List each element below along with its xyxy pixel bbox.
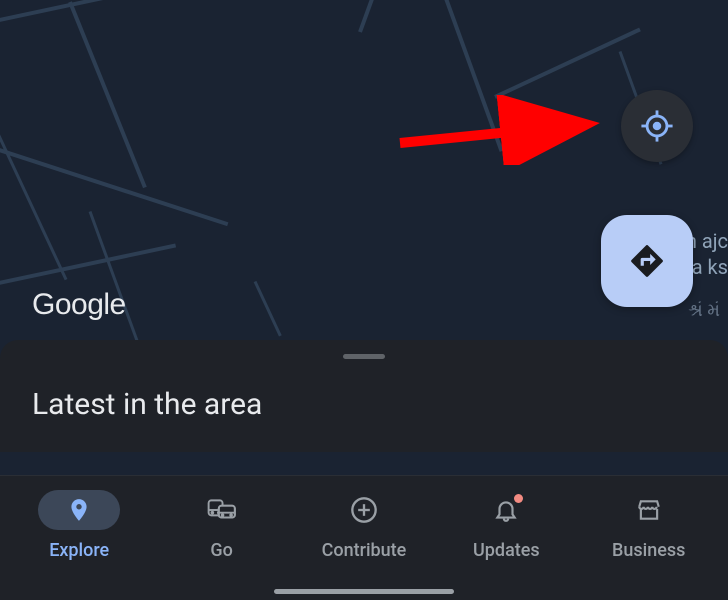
drag-handle[interactable] bbox=[343, 354, 385, 359]
google-attribution: Google bbox=[32, 288, 126, 322]
nav-item-updates[interactable]: Updates bbox=[446, 490, 566, 561]
bottom-nav: Explore Go Contribute bbox=[0, 475, 728, 600]
directions-icon bbox=[628, 242, 666, 280]
road-segment bbox=[494, 28, 641, 99]
nav-item-contribute[interactable]: Contribute bbox=[304, 490, 424, 561]
storefront-icon bbox=[635, 497, 663, 523]
nav-icon-wrap bbox=[181, 490, 263, 530]
poi-sublabel: શ્રં મં bbox=[688, 300, 720, 321]
bottom-sheet[interactable]: Latest in the area bbox=[0, 340, 728, 452]
notification-dot bbox=[514, 494, 523, 503]
locate-me-button[interactable] bbox=[621, 90, 693, 162]
nav-label: Go bbox=[210, 540, 232, 561]
nav-icon-wrap bbox=[38, 490, 120, 530]
gesture-bar[interactable] bbox=[274, 589, 454, 594]
plus-circle-icon bbox=[350, 496, 378, 524]
road-segment bbox=[438, 0, 503, 152]
road-segment bbox=[0, 243, 176, 288]
nav-item-business[interactable]: Business bbox=[589, 490, 709, 561]
nav-icon-wrap bbox=[323, 490, 405, 530]
nav-label: Explore bbox=[49, 540, 109, 561]
road-segment bbox=[68, 1, 147, 188]
transit-icon bbox=[207, 497, 237, 523]
road-segment bbox=[254, 281, 282, 337]
nav-icon-wrap bbox=[608, 490, 690, 530]
nav-label: Business bbox=[612, 540, 685, 561]
road-segment bbox=[0, 116, 67, 280]
nav-label: Updates bbox=[473, 540, 540, 561]
road-segment bbox=[358, 0, 416, 33]
nav-item-go[interactable]: Go bbox=[162, 490, 282, 561]
directions-button[interactable] bbox=[601, 215, 693, 307]
nav-label: Contribute bbox=[322, 540, 407, 561]
road-segment bbox=[0, 0, 333, 24]
annotation-arrow bbox=[395, 95, 605, 165]
pin-icon bbox=[66, 497, 92, 523]
nav-icon-wrap bbox=[465, 490, 547, 530]
locate-crosshair-icon bbox=[640, 109, 674, 143]
sheet-title: Latest in the area bbox=[0, 379, 728, 452]
nav-item-explore[interactable]: Explore bbox=[19, 490, 139, 561]
